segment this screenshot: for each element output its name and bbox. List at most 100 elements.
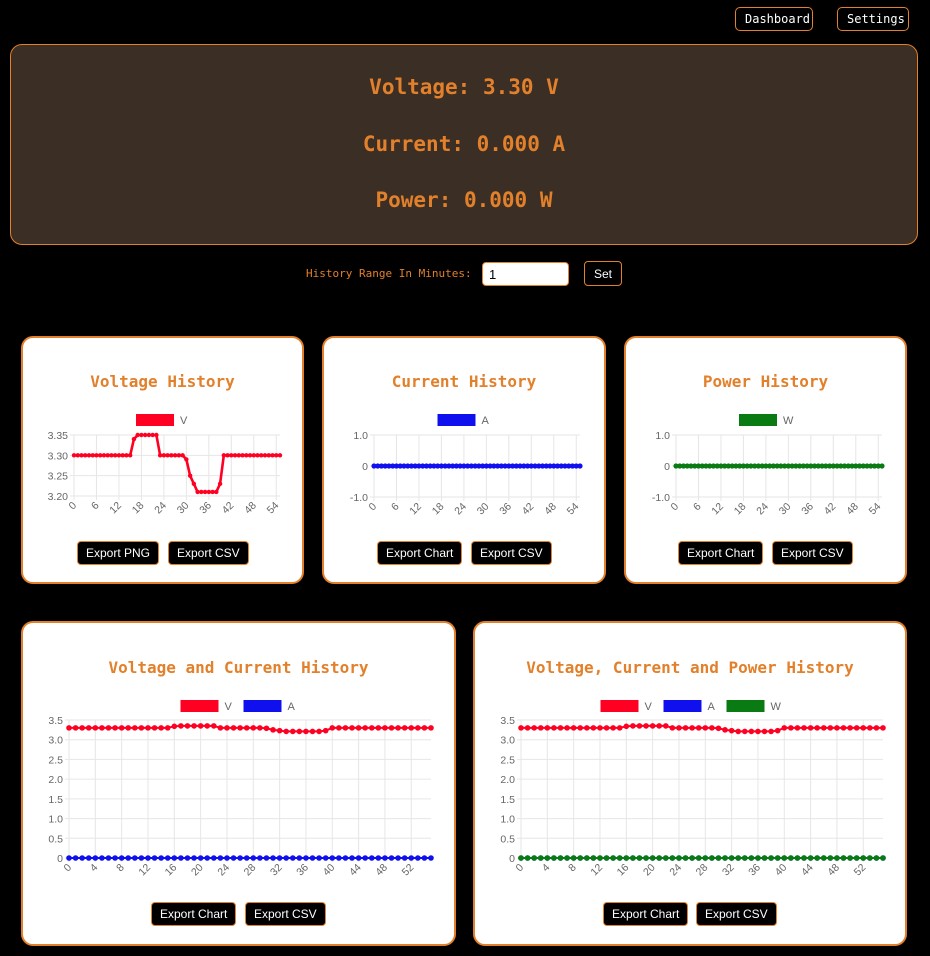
data-point	[230, 855, 237, 861]
export-chart-button[interactable]: Export Chart	[678, 541, 764, 565]
data-point	[774, 855, 781, 861]
export-chart-button[interactable]: Export Chart	[151, 902, 237, 926]
data-point	[211, 855, 217, 861]
export-csv-button[interactable]: Export CSV	[471, 541, 552, 565]
data-point	[221, 453, 227, 458]
y-tick-label: 3.25	[48, 471, 69, 483]
export-chart-button[interactable]: Export Chart	[377, 541, 463, 565]
export-csv-button[interactable]: Export CSV	[696, 902, 777, 926]
data-point	[138, 725, 145, 731]
legend-swatch	[243, 700, 282, 712]
data-point	[748, 855, 755, 861]
data-point	[132, 855, 138, 861]
data-point	[127, 453, 133, 458]
x-tick-label: 48	[242, 500, 259, 517]
data-point	[83, 453, 88, 458]
export-csv-button[interactable]: Export CSV	[168, 541, 249, 565]
data-point	[801, 855, 807, 861]
settings-nav-button[interactable]: Settings	[837, 7, 909, 31]
data-point	[270, 855, 276, 861]
y-tick-label: 3.0	[500, 735, 515, 747]
data-point	[584, 725, 590, 731]
data-point	[135, 432, 140, 438]
data-point	[157, 453, 163, 458]
data-point	[722, 855, 728, 861]
data-point	[603, 855, 610, 861]
data-point	[197, 723, 204, 729]
data-point	[544, 725, 551, 731]
data-point	[131, 436, 137, 442]
legend-label: V	[180, 415, 188, 427]
y-tick-label: 2.0	[48, 774, 63, 786]
data-point	[794, 725, 801, 731]
data-point	[879, 463, 885, 469]
data-point	[781, 725, 788, 731]
data-point	[382, 855, 388, 861]
data-point	[735, 728, 741, 735]
data-point	[577, 463, 583, 469]
data-point	[715, 725, 722, 732]
data-point	[210, 489, 215, 495]
data-point	[251, 453, 256, 458]
data-point	[211, 723, 217, 729]
data-point	[263, 855, 270, 861]
data-point	[557, 855, 564, 861]
data-point	[165, 453, 170, 458]
data-point	[355, 855, 362, 861]
x-tick-label: 48	[825, 862, 842, 879]
power-history-title: Power History	[702, 372, 829, 391]
data-point	[116, 453, 122, 458]
legend-swatch	[136, 414, 174, 426]
data-point	[257, 725, 263, 731]
voltage-current-history-title: Voltage and Current History	[108, 658, 369, 677]
data-point	[682, 725, 689, 731]
data-point	[428, 725, 434, 731]
data-point	[603, 725, 610, 731]
export-png-button[interactable]: Export PNG	[77, 541, 160, 565]
data-point	[178, 723, 184, 729]
data-point	[266, 453, 271, 458]
data-point	[191, 723, 197, 729]
dashboard-nav-button[interactable]: Dashboard	[735, 7, 813, 31]
data-point	[728, 855, 735, 861]
data-point	[415, 855, 421, 861]
data-point	[847, 725, 853, 731]
export-csv-button[interactable]: Export CSV	[245, 902, 326, 926]
x-tick-label: 0	[514, 862, 527, 875]
history-range-label: History Range In Minutes:	[306, 267, 472, 280]
data-point	[309, 855, 316, 861]
data-point	[788, 855, 794, 861]
x-tick-label: 6	[389, 501, 402, 514]
export-chart-button[interactable]: Export Chart	[603, 902, 689, 926]
data-point	[105, 725, 112, 731]
data-point	[342, 725, 349, 731]
data-point	[768, 728, 774, 735]
data-point	[336, 855, 342, 861]
data-point	[564, 855, 570, 861]
data-point	[518, 725, 524, 731]
history-set-button[interactable]: Set	[584, 261, 622, 286]
history-range-input[interactable]	[482, 262, 569, 286]
data-point	[99, 855, 105, 861]
data-point	[92, 855, 99, 861]
y-tick-label: 1.0	[353, 430, 368, 442]
data-point	[72, 725, 79, 731]
data-point	[71, 453, 77, 458]
data-point	[682, 855, 689, 861]
data-point	[316, 728, 322, 735]
export-csv-button[interactable]: Export CSV	[772, 541, 853, 565]
data-point	[336, 725, 342, 731]
data-point	[225, 453, 230, 458]
data-point	[395, 855, 401, 861]
data-point	[158, 725, 164, 731]
x-tick-label: 18	[130, 500, 147, 517]
data-point	[853, 855, 860, 861]
data-point	[187, 473, 193, 478]
x-tick-label: 32	[720, 862, 737, 879]
data-point	[570, 855, 577, 861]
data-point	[401, 725, 408, 731]
x-tick-label: 16	[163, 862, 180, 879]
data-point	[840, 855, 847, 861]
data-point	[801, 725, 807, 731]
data-point	[355, 725, 362, 731]
